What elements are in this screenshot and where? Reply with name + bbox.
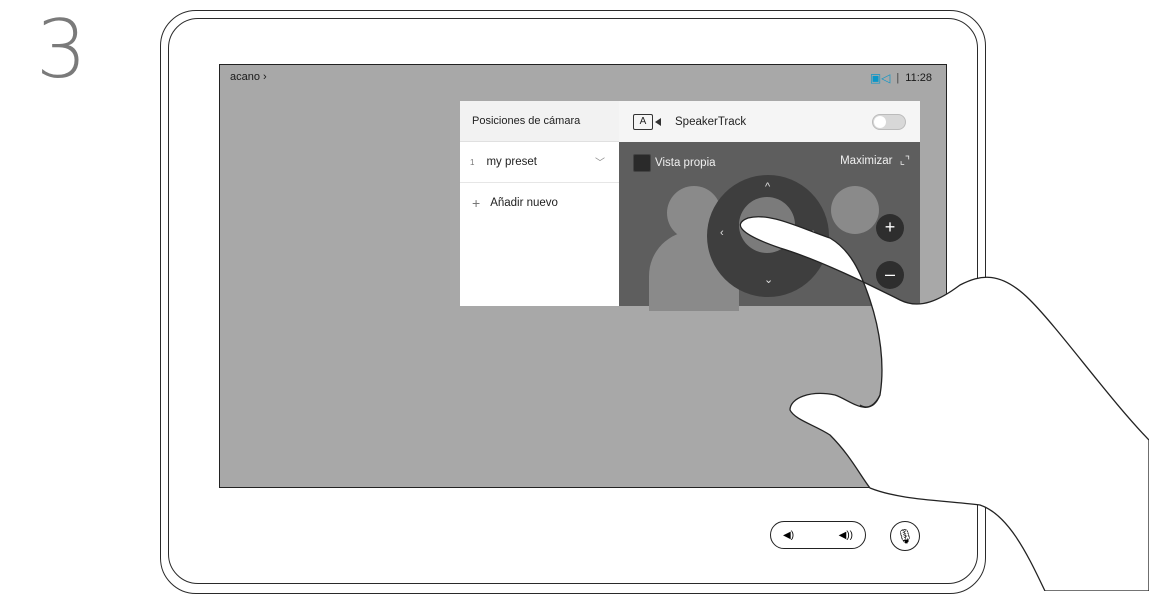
pointing-hand: [739, 216, 1149, 591]
hand-illustration: [739, 216, 1149, 591]
